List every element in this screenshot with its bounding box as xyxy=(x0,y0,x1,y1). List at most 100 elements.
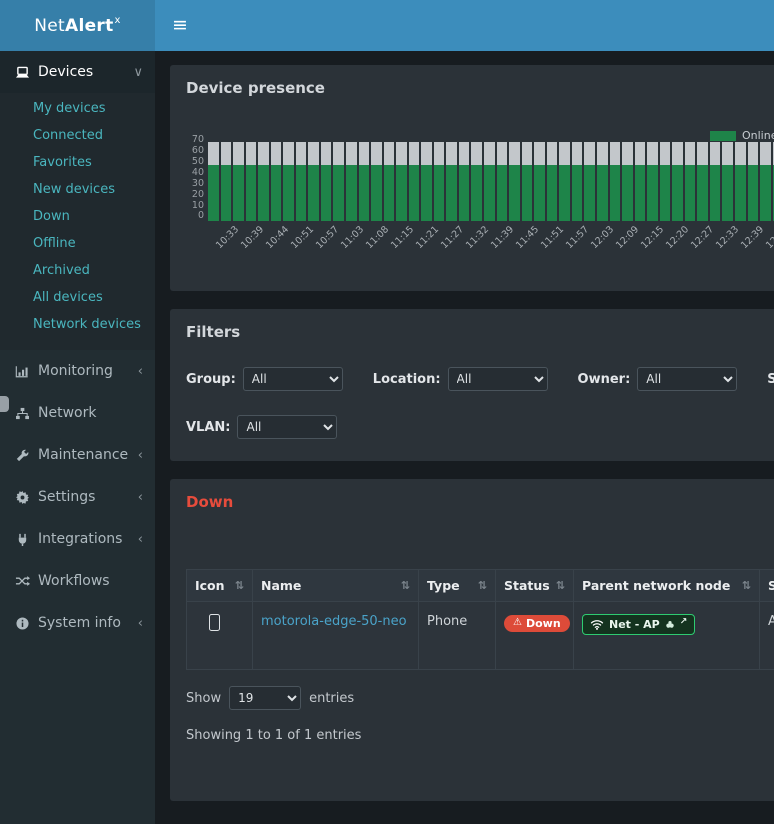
sidebar-item-monitoring[interactable]: Monitoring‹ xyxy=(0,350,155,392)
phone-icon xyxy=(209,614,220,631)
sidebar-item-integrations[interactable]: Integrations‹ xyxy=(0,518,155,560)
sort-icon[interactable]: ⇅ xyxy=(401,579,410,592)
cell-parent: Net - AP ↗ xyxy=(574,602,760,670)
x-tick-label: 10:33 xyxy=(208,221,233,261)
sidebar-item-label: System info xyxy=(38,615,130,631)
sidebar-subitem-offline[interactable]: Offline xyxy=(0,230,155,257)
gear-icon xyxy=(14,491,30,504)
sidebar-subitem-down[interactable]: Down xyxy=(0,203,155,230)
entries-select[interactable]: 19 xyxy=(229,686,301,710)
filter-owner-select[interactable]: All xyxy=(637,367,737,391)
sidebar-subitem-connected[interactable]: Connected xyxy=(0,122,155,149)
x-tick-label: 11:08 xyxy=(358,221,383,261)
filter-vlan: VLAN: All xyxy=(186,415,337,439)
presence-bar xyxy=(233,135,244,221)
presence-card-title: Device presence xyxy=(186,79,774,97)
cell-type: Phone xyxy=(419,602,496,670)
x-tick-label: 12:03 xyxy=(583,221,608,261)
entries-suffix: entries xyxy=(309,691,354,706)
sidebar-item-label: Network xyxy=(38,405,143,421)
filter-group-label: Group: xyxy=(186,372,236,387)
presence-bar xyxy=(246,135,257,221)
sidebar-subitem-archived[interactable]: Archived xyxy=(0,257,155,284)
main-content: Device presence Online 706050403020100 1… xyxy=(155,51,774,819)
edge-tag-icon[interactable] xyxy=(0,396,9,412)
sidebar-subitem-all-devices[interactable]: All devices xyxy=(0,284,155,311)
x-tick-label: 11:21 xyxy=(408,221,433,261)
parent-node-badge[interactable]: Net - AP ↗ xyxy=(582,614,695,635)
chevron-left-icon: ‹ xyxy=(138,448,143,463)
filter-location: Location: All xyxy=(373,367,548,391)
brand-sup: x xyxy=(115,15,121,26)
presence-bar xyxy=(610,135,621,221)
top-navbar: NetAlertx ≡ xyxy=(0,0,774,51)
filter-vlan-select[interactable]: All xyxy=(237,415,337,439)
wifi-icon xyxy=(590,619,604,630)
sidebar-subitem-new-devices[interactable]: New devices xyxy=(0,176,155,203)
sidebar-toggle-icon[interactable]: ≡ xyxy=(155,0,205,51)
chart-y-axis: 706050403020100 xyxy=(186,135,208,221)
presence-bar xyxy=(572,135,583,221)
y-tick-label: 0 xyxy=(198,211,204,221)
sidebar-item-system-info[interactable]: System info ‹ xyxy=(0,602,155,644)
brand-prefix: Net xyxy=(34,16,65,36)
presence-bar xyxy=(522,135,533,221)
presence-bar xyxy=(321,135,332,221)
app-logo[interactable]: NetAlertx xyxy=(0,0,155,51)
column-header-icon[interactable]: Icon⇅ xyxy=(187,570,253,602)
presence-bar xyxy=(534,135,545,221)
filters-row-2: VLAN: All xyxy=(186,415,774,439)
sort-icon[interactable]: ⇅ xyxy=(478,579,487,592)
x-tick-label: 11:27 xyxy=(433,221,458,261)
presence-bar xyxy=(471,135,482,221)
down-devices-card: Down Icon⇅ Name⇅ Type⇅ Status⇅ Parent ne… xyxy=(170,479,774,801)
table-row[interactable]: motorola-edge-50-neo Phone ⚠Down Net - A… xyxy=(187,602,774,670)
sidebar-item-maintenance[interactable]: Maintenance ‹ xyxy=(0,434,155,476)
sort-icon[interactable]: ⇅ xyxy=(742,579,751,592)
presence-bar xyxy=(697,135,708,221)
sort-icon[interactable]: ⇅ xyxy=(556,579,565,592)
x-tick-label: 11:32 xyxy=(458,221,483,261)
presence-bar xyxy=(459,135,470,221)
y-tick-label: 40 xyxy=(192,168,204,178)
sidebar-item-label: Workflows xyxy=(38,573,143,589)
filter-owner-label: Owner: xyxy=(578,372,631,387)
presence-bar xyxy=(635,135,646,221)
y-tick-label: 10 xyxy=(192,201,204,211)
presence-bar xyxy=(547,135,558,221)
presence-bar xyxy=(346,135,357,221)
chevron-left-icon: ‹ xyxy=(138,616,143,631)
presence-bar xyxy=(258,135,269,221)
y-tick-label: 30 xyxy=(192,179,204,189)
presence-bar xyxy=(384,135,395,221)
sidebar-item-network[interactable]: Network xyxy=(0,392,155,434)
presence-bar xyxy=(308,135,319,221)
sidebar-item-devices[interactable]: Devices∨ xyxy=(0,51,155,93)
filter-source-label: Source: xyxy=(767,372,774,387)
y-tick-label: 70 xyxy=(192,135,204,145)
presence-bar xyxy=(221,135,232,221)
column-header-status[interactable]: Status⇅ xyxy=(496,570,574,602)
device-link[interactable]: motorola-edge-50-neo xyxy=(261,614,407,629)
sidebar-subitem-my-devices[interactable]: My devices xyxy=(0,95,155,122)
cell-last: A xyxy=(760,602,774,670)
sidebar-item-label: Maintenance xyxy=(38,447,130,463)
column-header-last[interactable]: S xyxy=(760,570,774,602)
sort-icon[interactable]: ⇅ xyxy=(235,579,244,592)
sidebar-item-settings[interactable]: Settings‹ xyxy=(0,476,155,518)
shuffle-icon xyxy=(14,575,30,587)
sidebar-subitem-network-devices[interactable]: Network devices xyxy=(0,311,155,338)
plug-icon xyxy=(14,533,30,546)
column-header-type[interactable]: Type⇅ xyxy=(419,570,496,602)
presence-bar xyxy=(271,135,282,221)
presence-bar xyxy=(396,135,407,221)
column-header-name[interactable]: Name⇅ xyxy=(253,570,419,602)
sidebar-subitem-favorites[interactable]: Favorites xyxy=(0,149,155,176)
filter-location-select[interactable]: All xyxy=(448,367,548,391)
filter-group-select[interactable]: All xyxy=(243,367,343,391)
sidebar-item-workflows[interactable]: Workflows xyxy=(0,560,155,602)
presence-bar xyxy=(622,135,633,221)
column-header-parent[interactable]: Parent network node⇅ xyxy=(574,570,760,602)
presence-bar xyxy=(359,135,370,221)
filters-card-title: Filters xyxy=(186,323,774,341)
